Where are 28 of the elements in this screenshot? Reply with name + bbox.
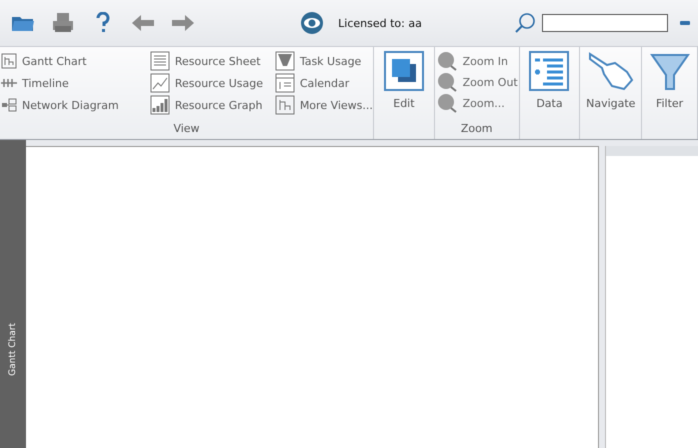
search-icon[interactable] bbox=[514, 12, 536, 34]
line-graph-icon bbox=[150, 73, 170, 93]
view-menu-item[interactable]: Resource Usage bbox=[150, 73, 271, 93]
side-tab[interactable]: Gantt Chart bbox=[0, 140, 26, 448]
view-menu-item[interactable]: Calendar bbox=[274, 73, 374, 93]
view-menu-item[interactable]: Resource Graph bbox=[150, 95, 271, 115]
magnifier-icon bbox=[436, 50, 458, 72]
view-menu-item[interactable]: More Views... bbox=[274, 95, 374, 115]
calendar-icon bbox=[274, 73, 295, 93]
view-menu-item[interactable]: Task Usage bbox=[274, 51, 374, 71]
view-menu-item[interactable]: Gantt Chart bbox=[1, 51, 146, 71]
network-diagram-icon bbox=[1, 97, 17, 113]
magnifier-icon bbox=[436, 92, 458, 114]
gantt-icon bbox=[274, 95, 295, 115]
magnifier-icon bbox=[436, 71, 458, 93]
bar-graph-icon bbox=[150, 95, 170, 115]
group-label: Zoom bbox=[460, 122, 493, 135]
view-menu-item[interactable]: Resource Sheet bbox=[150, 51, 271, 71]
funnel-icon bbox=[274, 51, 295, 71]
view-menu-item[interactable]: Network Diagram bbox=[1, 95, 146, 115]
search-field[interactable] bbox=[542, 14, 668, 32]
sheet-icon bbox=[150, 51, 170, 71]
view-menu-item[interactable]: Timeline bbox=[1, 73, 146, 93]
license-text: Licensed to: aa bbox=[338, 16, 422, 30]
minimize-icon[interactable] bbox=[680, 21, 690, 25]
group-label: View bbox=[173, 122, 200, 135]
gantt-icon bbox=[1, 53, 17, 69]
eye-icon bbox=[300, 11, 324, 35]
